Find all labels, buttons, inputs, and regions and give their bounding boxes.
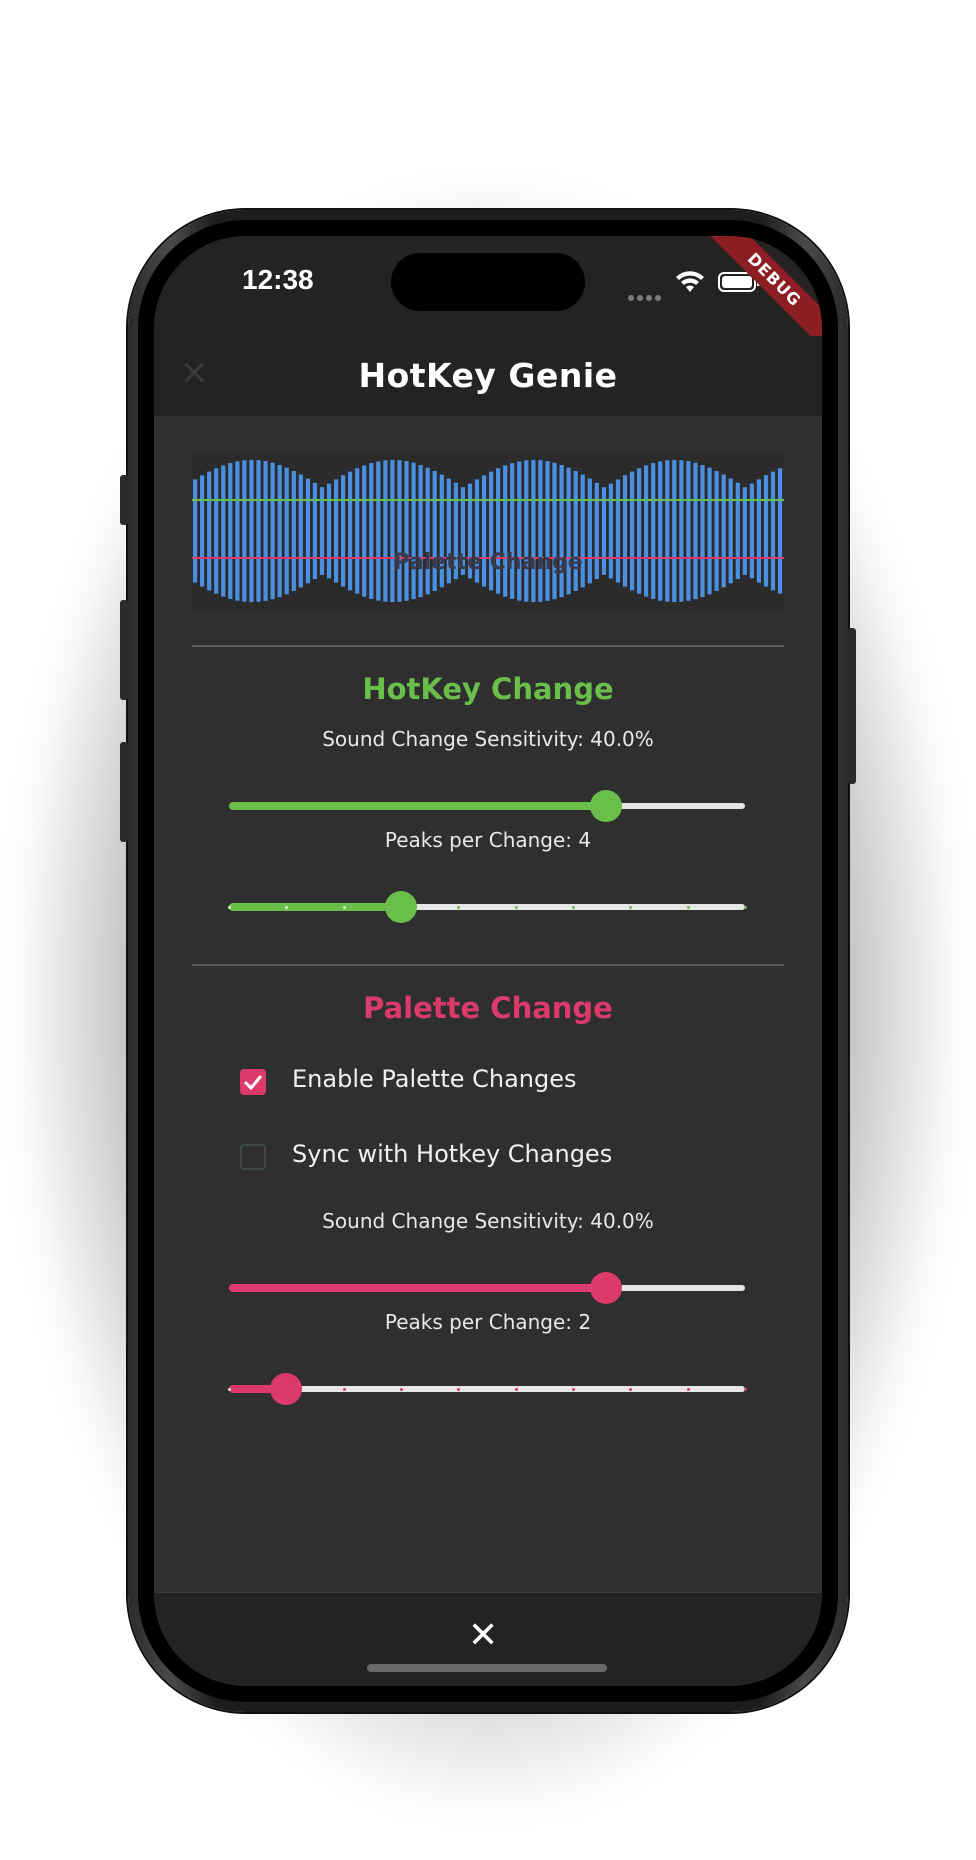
check-icon xyxy=(243,1075,263,1091)
divider xyxy=(192,964,784,966)
waveform-bar xyxy=(559,465,564,598)
palette-sensitivity-label: Sound Change Sensitivity: 40.0% xyxy=(322,1209,654,1233)
slider-thumb[interactable] xyxy=(385,891,417,923)
waveform-bar xyxy=(362,465,367,597)
waveform-bar xyxy=(228,463,233,599)
sync-hotkey-label: Sync with Hotkey Changes xyxy=(292,1140,613,1168)
palette-peaks-slider[interactable] xyxy=(228,1369,747,1409)
signal-dots-icon xyxy=(628,286,664,305)
hotkey-sensitivity-label: Sound Change Sensitivity: 40.0% xyxy=(322,727,654,751)
waveform-bar xyxy=(235,461,240,601)
waveform-bar xyxy=(658,461,663,601)
power-button xyxy=(848,628,856,784)
waveform-bar xyxy=(242,460,247,602)
waveform-bar xyxy=(510,463,515,599)
slider-thumb[interactable] xyxy=(589,1272,622,1304)
waveform-bar xyxy=(531,459,536,603)
waveform-bar xyxy=(524,460,529,602)
waveform-bar xyxy=(517,461,522,601)
waveform-bar xyxy=(644,465,649,597)
waveform-bar xyxy=(552,462,557,600)
waveform-bar xyxy=(249,459,254,603)
sync-hotkey-checkbox[interactable] xyxy=(240,1144,266,1170)
waveform-bar xyxy=(679,460,684,602)
divider xyxy=(192,645,784,647)
slider-tick xyxy=(342,1388,346,1391)
hotkey-peaks-label: Peaks per Change: 4 xyxy=(384,828,592,852)
waveform-bar xyxy=(277,465,282,598)
slider-tick xyxy=(686,906,690,909)
slider-tick xyxy=(572,1388,575,1391)
slider-tick xyxy=(228,1388,231,1391)
slider-thumb[interactable] xyxy=(270,1373,303,1405)
page-title: HotKey Genie xyxy=(358,356,618,395)
close-icon[interactable]: ✕ xyxy=(468,1615,498,1656)
enable-palette-label: Enable Palette Changes xyxy=(292,1065,577,1093)
waveform-bar xyxy=(221,465,226,597)
palette-peaks-label: Peaks per Change: 2 xyxy=(384,1310,592,1334)
waveform-bar xyxy=(665,460,670,602)
wifi-icon xyxy=(676,271,704,292)
slider-thumb[interactable] xyxy=(589,790,622,822)
slider-tick xyxy=(400,1388,403,1391)
volume-down-button xyxy=(120,742,128,842)
slider-tick xyxy=(686,1388,690,1391)
mute-switch xyxy=(120,475,128,525)
palette-change-title: Palette Change xyxy=(363,991,613,1025)
waveform-bar xyxy=(538,460,543,602)
slider-track[interactable] xyxy=(229,1386,745,1392)
palette-sensitivity-slider[interactable] xyxy=(229,1268,745,1308)
waveform-bar xyxy=(566,467,571,595)
app-screen: 12:38 DEBUG ✕ HotKey Genie Palette Chang… xyxy=(154,236,822,1686)
waveform-bar xyxy=(270,462,275,600)
slider-tick xyxy=(572,906,575,909)
waveform-overlay-label: Palette Change xyxy=(393,550,583,575)
slider-tick xyxy=(514,906,518,909)
slider-fill xyxy=(229,903,401,911)
slider-fill xyxy=(229,802,606,810)
slider-tick xyxy=(744,906,747,909)
enable-palette-checkbox[interactable] xyxy=(240,1069,266,1095)
slider-tick xyxy=(744,1388,747,1391)
slider-fill xyxy=(229,1284,606,1292)
waveform-bar xyxy=(651,463,656,599)
waveform-bar xyxy=(397,460,402,602)
waveform-bar xyxy=(256,460,261,602)
app-bar: ✕ HotKey Genie xyxy=(154,336,822,416)
waveform-bar xyxy=(383,460,388,602)
hotkey-sensitivity-slider[interactable] xyxy=(229,786,745,826)
waveform-bar xyxy=(369,463,374,599)
waveform-bar xyxy=(411,462,416,600)
status-bar: 12:38 DEBUG xyxy=(154,236,822,361)
hotkey-peaks-slider[interactable] xyxy=(228,887,747,927)
home-indicator xyxy=(367,1664,607,1672)
waveform-bar xyxy=(693,462,698,600)
waveform-bar xyxy=(545,461,550,601)
waveform-svg xyxy=(192,459,784,603)
waveform-bar xyxy=(686,461,691,601)
waveform-bar xyxy=(263,461,268,601)
audio-waveform: Palette Change xyxy=(192,452,784,610)
waveform-bar xyxy=(404,461,409,601)
volume-up-button xyxy=(120,600,128,700)
waveform-bar xyxy=(390,459,395,603)
waveform-bar xyxy=(503,465,508,597)
slider-tick xyxy=(228,906,231,909)
waveform-bar xyxy=(418,465,423,598)
waveform-bar xyxy=(700,465,705,598)
waveform-bar xyxy=(707,467,712,595)
dynamic-island xyxy=(391,253,585,311)
waveform-bar xyxy=(425,467,430,595)
slider-tick xyxy=(342,906,346,909)
waveform-bar xyxy=(672,459,677,603)
hotkey-change-title: HotKey Change xyxy=(362,672,614,706)
status-time: 12:38 xyxy=(242,264,314,295)
waveform-bar xyxy=(376,461,381,601)
waveform-bar xyxy=(284,467,289,595)
slider-tick xyxy=(514,1388,518,1391)
